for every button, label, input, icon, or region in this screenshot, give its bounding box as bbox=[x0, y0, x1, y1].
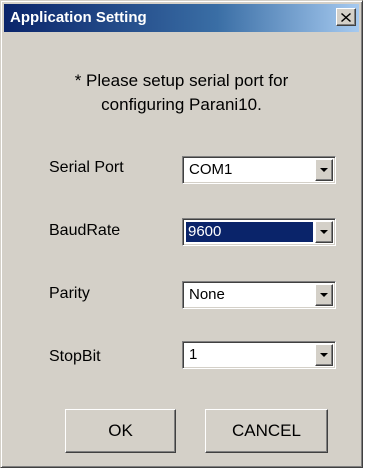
parity-dropdown-button[interactable] bbox=[315, 284, 333, 306]
chevron-down-icon bbox=[320, 293, 328, 297]
application-setting-dialog: Application Setting * Please setup seria… bbox=[0, 0, 363, 468]
window-title: Application Setting bbox=[10, 9, 147, 26]
ok-button[interactable]: OK bbox=[65, 409, 176, 453]
stop-bit-dropdown-button[interactable] bbox=[315, 344, 333, 366]
serial-port-value: COM1 bbox=[189, 161, 233, 178]
title-bar[interactable]: Application Setting bbox=[4, 4, 359, 32]
serial-port-select[interactable]: COM1 bbox=[182, 156, 336, 184]
parity-label: Parity bbox=[49, 285, 90, 302]
instruction-text: * Please setup serial port for configuri… bbox=[1, 69, 362, 117]
cancel-button[interactable]: CANCEL bbox=[205, 409, 328, 453]
instruction-line-2: configuring Parani10. bbox=[101, 95, 262, 114]
baud-rate-dropdown-button[interactable] bbox=[315, 221, 333, 243]
serial-port-dropdown-button[interactable] bbox=[315, 159, 333, 181]
stop-bit-label: StopBit bbox=[49, 348, 101, 365]
chevron-down-icon bbox=[320, 353, 328, 357]
instruction-line-1: * Please setup serial port for bbox=[74, 71, 289, 90]
baud-rate-select[interactable]: 9600 bbox=[182, 218, 336, 246]
stop-bit-value: 1 bbox=[189, 346, 198, 363]
close-button[interactable] bbox=[336, 8, 356, 26]
parity-select[interactable]: None bbox=[182, 281, 336, 309]
baud-rate-value: 9600 bbox=[186, 222, 313, 242]
close-icon bbox=[341, 12, 351, 22]
parity-value: None bbox=[189, 286, 225, 303]
baud-rate-label: BaudRate bbox=[49, 222, 121, 239]
chevron-down-icon bbox=[320, 168, 328, 172]
stop-bit-select[interactable]: 1 bbox=[182, 341, 336, 369]
serial-port-label: Serial Port bbox=[49, 159, 124, 176]
chevron-down-icon bbox=[320, 230, 328, 234]
